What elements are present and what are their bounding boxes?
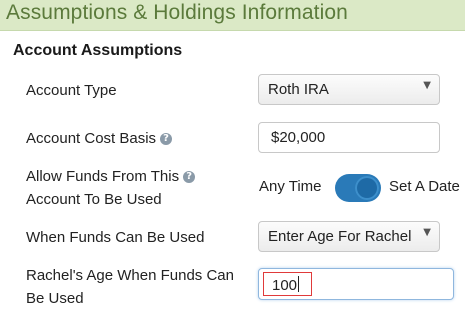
allow-funds-label-text-1: Allow Funds From This (26, 168, 180, 185)
toggle-knob[interactable] (355, 176, 379, 200)
account-type-value: Roth IRA (268, 81, 329, 98)
funds-timing-toggle[interactable] (335, 174, 381, 202)
question-circle-icon[interactable]: ? (160, 133, 173, 145)
age-label-line1: Rachel's Age When Funds Can (26, 267, 234, 284)
when-funds-label: When Funds Can Be Used (26, 229, 205, 246)
cost-basis-value: $20,000 (271, 129, 326, 146)
cost-basis-label: Account Cost Basis? (26, 127, 173, 150)
allow-funds-label-line2: Account To Be Used (26, 191, 162, 208)
account-type-label-text: Account Type (26, 82, 117, 99)
age-input[interactable]: 100 (258, 268, 454, 300)
when-funds-value: Enter Age For Rachel (268, 228, 412, 245)
header-title: Assumptions & Holdings Information (6, 1, 348, 24)
account-type-select[interactable]: Roth IRA ▼ (258, 74, 440, 105)
age-value-highlight: 100 (263, 272, 312, 296)
triangle-down-icon: ▼ (423, 227, 431, 238)
age-value-text: 100 (272, 277, 298, 294)
age-value: 100 (272, 276, 300, 294)
allow-funds-label-line1: Allow Funds From This? (26, 165, 196, 188)
toggle-option-set-a-date[interactable]: Set A Date (389, 178, 460, 195)
question-circle-icon[interactable]: ? (183, 171, 196, 183)
triangle-down-icon: ▼ (423, 80, 431, 91)
cost-basis-input[interactable]: $20,000 (258, 122, 440, 153)
toggle-option-any-time[interactable]: Any Time (259, 178, 322, 195)
when-funds-select[interactable]: Enter Age For Rachel ▼ (258, 221, 440, 252)
text-cursor (298, 276, 300, 292)
cost-basis-label-text: Account Cost Basis (26, 130, 157, 147)
section-header: Assumptions & Holdings Information (0, 0, 465, 31)
age-label-line2: Be Used (26, 290, 84, 307)
section-title: Account Assumptions (13, 42, 183, 59)
account-type-label: Account Type (26, 79, 117, 102)
